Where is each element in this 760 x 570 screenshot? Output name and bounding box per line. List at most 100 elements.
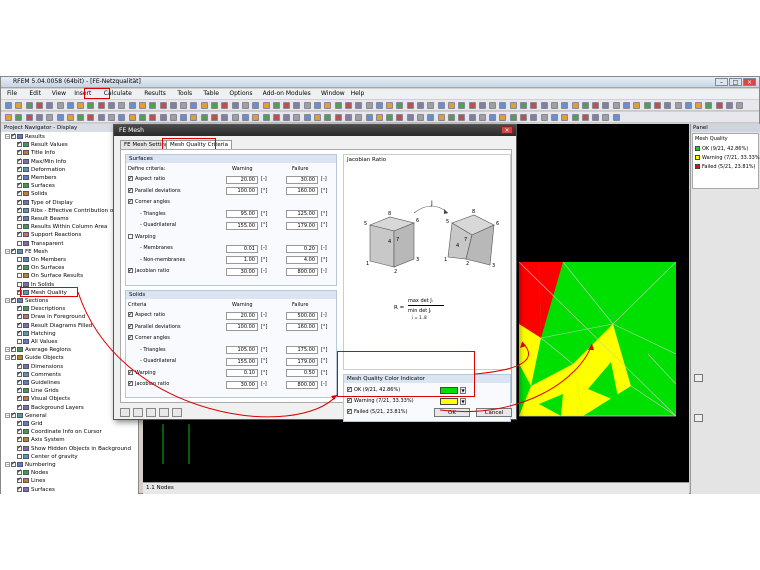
toolbar-button-icon[interactable] xyxy=(159,114,167,121)
toolbar-button-icon[interactable] xyxy=(283,114,291,121)
expand-icon[interactable]: − xyxy=(5,462,10,467)
toolbar-button-icon[interactable] xyxy=(180,102,188,109)
navigator-checkbox[interactable] xyxy=(17,165,22,173)
criterion-checkbox[interactable] xyxy=(128,266,133,275)
toolbar-button-icon[interactable] xyxy=(5,102,12,109)
toolbar-button-icon[interactable] xyxy=(489,102,497,109)
navigator-item-numbering[interactable]: − Numbering xyxy=(5,460,56,469)
toolbar-button-icon[interactable] xyxy=(138,114,146,121)
toolbar-button-icon[interactable] xyxy=(303,102,311,109)
navigator-checkbox[interactable] xyxy=(17,140,22,148)
navigator-checkbox[interactable] xyxy=(17,468,22,476)
navigator-item-transparent[interactable]: Transparent xyxy=(17,240,64,248)
navigator-checkbox[interactable] xyxy=(17,173,22,181)
toolbar-button-icon[interactable] xyxy=(138,102,146,109)
navigator-item-on-members[interactable]: On Members xyxy=(17,256,66,264)
toolbar-button-icon[interactable] xyxy=(581,114,589,121)
toolbar-button-icon[interactable] xyxy=(128,102,136,109)
panel-options-icon[interactable] xyxy=(694,374,703,382)
toolbar-button-icon[interactable] xyxy=(180,114,188,121)
navigator-item-support-reactions[interactable]: Support Reactions xyxy=(17,230,81,239)
navigator-checkbox[interactable] xyxy=(17,435,22,443)
toolbar-button-icon[interactable] xyxy=(447,114,455,121)
navigator-checkbox[interactable] xyxy=(17,321,22,329)
toolbar-button-icon[interactable] xyxy=(87,114,95,121)
toolbar-button-icon[interactable] xyxy=(684,102,692,109)
expand-icon[interactable]: − xyxy=(5,134,10,139)
navigator-item-result-beams[interactable]: Result Beams xyxy=(17,214,69,223)
navigator-item-background-layers[interactable]: Background Layers xyxy=(17,403,84,412)
navigator-checkbox[interactable] xyxy=(17,257,22,262)
navigator-item-show-hidden-objects-in-background[interactable]: Show Hidden Objects in Background xyxy=(17,444,131,453)
toolbar-button-icon[interactable] xyxy=(458,102,466,109)
toolbar-button-icon[interactable] xyxy=(169,102,177,109)
toolbar-button-icon[interactable] xyxy=(334,114,342,121)
toolbar-button-icon[interactable] xyxy=(602,102,610,109)
warning-value-input[interactable]: 95.00 xyxy=(226,210,258,218)
navigator-checkbox[interactable] xyxy=(11,296,16,304)
default-button[interactable] xyxy=(133,408,143,417)
toolbar-button-icon[interactable] xyxy=(447,102,455,109)
toolbar-button-icon[interactable] xyxy=(664,102,672,109)
warning-value-input[interactable]: 20.00 xyxy=(226,311,258,320)
toolbar-button-icon[interactable] xyxy=(406,114,414,121)
toolbar-button-icon[interactable] xyxy=(221,102,229,109)
toolbar-button-icon[interactable] xyxy=(653,102,661,109)
toolbar-button-icon[interactable] xyxy=(293,114,301,121)
menu-table[interactable]: Table xyxy=(203,90,219,97)
toolbar-button-icon[interactable] xyxy=(509,102,517,109)
failure-value-input[interactable]: 30.00 xyxy=(286,175,318,184)
navigator-item-axis-system[interactable]: Axis System xyxy=(17,435,65,444)
toolbar-button-icon[interactable] xyxy=(623,102,630,109)
toolbar-button-icon[interactable] xyxy=(87,102,95,109)
navigator-item-general[interactable]: − General xyxy=(5,411,47,420)
criterion-checkbox[interactable] xyxy=(128,333,133,342)
toolbar-button-icon[interactable] xyxy=(612,102,620,109)
navigator-checkbox[interactable] xyxy=(17,419,22,427)
toolbar-button-icon[interactable] xyxy=(355,102,363,109)
toolbar-button-icon[interactable] xyxy=(35,102,43,109)
toolbar-button-icon[interactable] xyxy=(97,114,105,121)
toolbar-button-icon[interactable] xyxy=(468,114,476,121)
toolbar-button-icon[interactable] xyxy=(715,102,723,109)
toolbar-button-icon[interactable] xyxy=(468,102,476,109)
navigator-item-visual-objects[interactable]: Visual Objects xyxy=(17,394,70,403)
toolbar-button-icon[interactable] xyxy=(334,102,342,109)
navigator-checkbox[interactable] xyxy=(17,329,22,337)
toolbar-button-icon[interactable] xyxy=(66,102,74,109)
toolbar-button-icon[interactable] xyxy=(252,102,260,109)
toolbar-button-icon[interactable] xyxy=(344,102,352,109)
toolbar-button-icon[interactable] xyxy=(231,114,239,121)
navigator-item-result-diagrams-filled[interactable]: Result Diagrams Filled xyxy=(17,321,92,330)
toolbar-button-icon[interactable] xyxy=(386,102,394,109)
navigator-checkbox[interactable] xyxy=(11,132,16,140)
toolbar-button-icon[interactable] xyxy=(726,102,733,109)
toolbar-button-icon[interactable] xyxy=(499,114,507,121)
navigator-checkbox[interactable] xyxy=(17,157,22,165)
failure-value-input[interactable]: 500.00 xyxy=(286,311,318,320)
toolbar-button-icon[interactable] xyxy=(77,102,85,109)
toolbar-button-icon[interactable] xyxy=(118,102,126,109)
expand-icon[interactable]: − xyxy=(5,355,10,361)
toolbar-button-icon[interactable] xyxy=(561,102,569,109)
warning-value-input[interactable]: 1.00 xyxy=(226,256,258,264)
navigator-item-dimensions[interactable]: Dimensions xyxy=(17,362,63,371)
toolbar-button-icon[interactable] xyxy=(437,114,445,121)
ok-button[interactable]: OK xyxy=(434,408,470,417)
criterion-checkbox[interactable] xyxy=(128,174,133,183)
toolbar-button-icon[interactable] xyxy=(190,114,198,121)
navigator-checkbox[interactable] xyxy=(17,214,22,222)
toolbar-button-icon[interactable] xyxy=(592,102,600,109)
toolbar-button-icon[interactable] xyxy=(530,114,538,121)
failure-value-input[interactable]: 0.20 xyxy=(286,244,318,253)
toolbar-button-icon[interactable] xyxy=(303,114,311,121)
navigator-item-guide-objects[interactable]: − Guide Objects xyxy=(5,353,64,362)
toolbar-button-icon[interactable] xyxy=(561,114,569,121)
navigator-checkbox[interactable] xyxy=(17,378,22,386)
failure-value-input[interactable]: 175.00 xyxy=(286,346,318,354)
criterion-checkbox[interactable] xyxy=(128,368,133,377)
warning-value-input[interactable]: 30.00 xyxy=(226,267,258,276)
toolbar-button-icon[interactable] xyxy=(550,102,558,109)
failure-value-input[interactable]: 4.00 xyxy=(286,256,318,264)
toolbar-button-icon[interactable] xyxy=(241,114,249,121)
